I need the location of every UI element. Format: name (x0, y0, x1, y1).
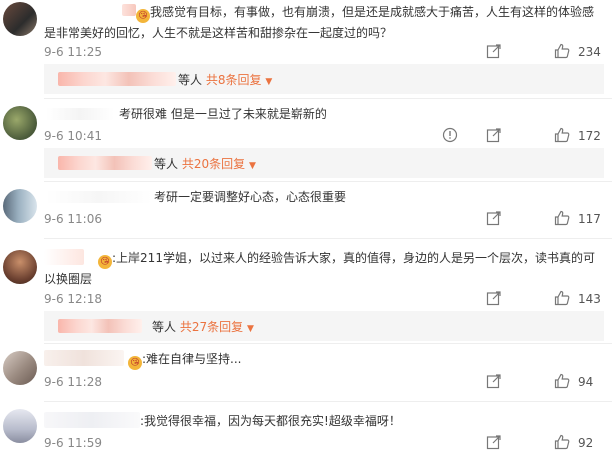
reply-users-blurred (58, 72, 176, 86)
like-button[interactable]: 143 (554, 290, 602, 308)
share-icon (486, 128, 501, 143)
like-button[interactable]: 172 (554, 127, 602, 145)
replies-bar[interactable]: 等人 共8条回复 ▼ (44, 64, 604, 94)
comment-text: :我觉得很幸福，因为每天都很充实!超级幸福呀！ (44, 411, 599, 431)
replies-count-link[interactable]: 共20条回复 (182, 157, 245, 171)
comment-actions: 92 (484, 434, 604, 452)
like-count: 234 (578, 45, 601, 59)
thumbs-up-icon (554, 290, 570, 306)
avatar[interactable] (3, 106, 37, 140)
share-button[interactable] (486, 127, 502, 145)
comment-time: 9-6 11:25 (44, 45, 102, 59)
comment-time: 9-6 11:06 (44, 212, 102, 226)
share-button[interactable] (486, 373, 502, 391)
comment-time: 9-6 12:18 (44, 292, 102, 306)
share-icon (486, 435, 501, 450)
share-button[interactable] (486, 290, 502, 308)
comment-actions: 94 (484, 373, 604, 391)
comment-item: :我觉得很幸福，因为每天都很充实!超级幸福呀！ 9-6 11:59 92 (0, 403, 612, 453)
divider (44, 401, 612, 402)
caret-down-icon: ▼ (265, 77, 273, 87)
like-count: 172 (578, 129, 601, 143)
reply-users-blurred (58, 319, 142, 333)
like-button[interactable]: 117 (554, 210, 602, 228)
comment-button[interactable] (442, 127, 458, 145)
divider (44, 343, 612, 344)
username-blurred[interactable] (44, 412, 140, 428)
username-blurred[interactable] (44, 249, 84, 265)
divider (44, 98, 612, 99)
replies-bar[interactable]: 等人 共20条回复 ▼ (44, 148, 604, 178)
share-icon (486, 374, 501, 389)
divider (44, 238, 612, 239)
replies-summary[interactable]: 等人 共27条回复 ▼ (152, 318, 254, 335)
share-icon (486, 44, 501, 59)
emoji-icon: 😘 (98, 255, 112, 269)
comment-body: 考研很难 但是一旦过了未来就是崭新的 (119, 107, 327, 121)
like-count: 143 (578, 292, 601, 306)
comment-text: 😘 我感觉有目标，有事做，也有崩溃，但是还是成就感大于痛苦，人生有这样的体验感是非… (44, 2, 599, 43)
comment-actions: 143 (484, 290, 604, 308)
share-button[interactable] (486, 210, 502, 228)
like-button[interactable]: 92 (554, 434, 602, 452)
like-button[interactable]: 234 (554, 43, 602, 61)
avatar[interactable] (3, 2, 37, 36)
comment-time: 9-6 11:28 (44, 375, 102, 389)
thumbs-up-icon (554, 43, 570, 59)
emoji-icon: 😘 (136, 9, 150, 23)
comment-actions: 172 (442, 127, 604, 145)
comment-item: 😘:难在自律与坚持... 9-6 11:28 94 (0, 345, 612, 397)
avatar[interactable] (3, 250, 37, 284)
emoji-icon: 😘 (128, 356, 142, 370)
comment-item: 考研一定要调整好心态，心态很重要 9-6 11:06 117 (0, 183, 612, 233)
comment-time: 9-6 11:59 (44, 436, 102, 450)
share-icon (486, 211, 501, 226)
comment-body: :我觉得很幸福，因为每天都很充实!超级幸福呀！ (140, 414, 401, 428)
caret-down-icon: ▼ (248, 161, 256, 171)
like-count: 92 (578, 436, 594, 450)
like-button[interactable]: 94 (554, 373, 602, 391)
replies-summary[interactable]: 等人 共8条回复 ▼ (178, 71, 272, 88)
thumbs-up-icon (554, 434, 570, 450)
thumbs-up-icon (554, 373, 570, 389)
comment-time: 9-6 10:41 (44, 129, 102, 143)
comment-item: 😘 我感觉有目标，有事做，也有崩溃，但是还是成就感大于痛苦，人生有这样的体验感是非… (0, 0, 612, 94)
comment-text: 考研很难 但是一旦过了未来就是崭新的 (44, 104, 599, 124)
replies-bar[interactable]: 等人 共27条回复 ▼ (44, 311, 604, 341)
share-icon (486, 291, 501, 306)
like-count: 94 (578, 375, 594, 389)
comment-body: 我感觉有目标，有事做，也有崩溃，但是还是成就感大于痛苦，人生有这样的体验感是非常… (44, 5, 595, 40)
thumbs-up-icon (554, 127, 570, 143)
comment-item: 😘:上岸211学姐，以过来人的经验告诉大家，真的值得，身边的人是另一个层次，读书… (0, 240, 612, 341)
caret-down-icon: ▼ (246, 324, 254, 334)
comment-text: 考研一定要调整好心态，心态很重要 (44, 187, 599, 207)
avatar[interactable] (3, 409, 37, 443)
username-blurred[interactable] (44, 350, 124, 366)
comment-actions: 117 (484, 210, 604, 228)
comment-item: 考研很难 但是一旦过了未来就是崭新的 9-6 10:41 172 等人 共20条… (0, 100, 612, 178)
reply-users-blurred (58, 156, 152, 170)
comment-body: 考研一定要调整好心态，心态很重要 (154, 190, 347, 204)
divider (44, 181, 612, 182)
avatar[interactable] (3, 189, 37, 223)
comment-actions: 234 (484, 43, 604, 61)
comment-icon (442, 127, 458, 143)
replies-count-link[interactable]: 共8条回复 (206, 73, 262, 87)
like-count: 117 (578, 212, 601, 226)
comment-text: 😘:上岸211学姐，以过来人的经验告诉大家，真的值得，身边的人是另一个层次，读书… (44, 248, 599, 289)
replies-count-link[interactable]: 共27条回复 (180, 320, 243, 334)
comment-body: :难在自律与坚持... (142, 352, 242, 366)
thumbs-up-icon (554, 210, 570, 226)
share-button[interactable] (486, 43, 502, 61)
replies-summary[interactable]: 等人 共20条回复 ▼ (154, 155, 256, 172)
avatar[interactable] (3, 351, 37, 385)
comment-text: 😘:难在自律与坚持... (44, 349, 599, 370)
share-button[interactable] (486, 434, 502, 452)
comment-body: :上岸211学姐，以过来人的经验告诉大家，真的值得，身边的人是另一个层次，读书真… (44, 251, 595, 286)
